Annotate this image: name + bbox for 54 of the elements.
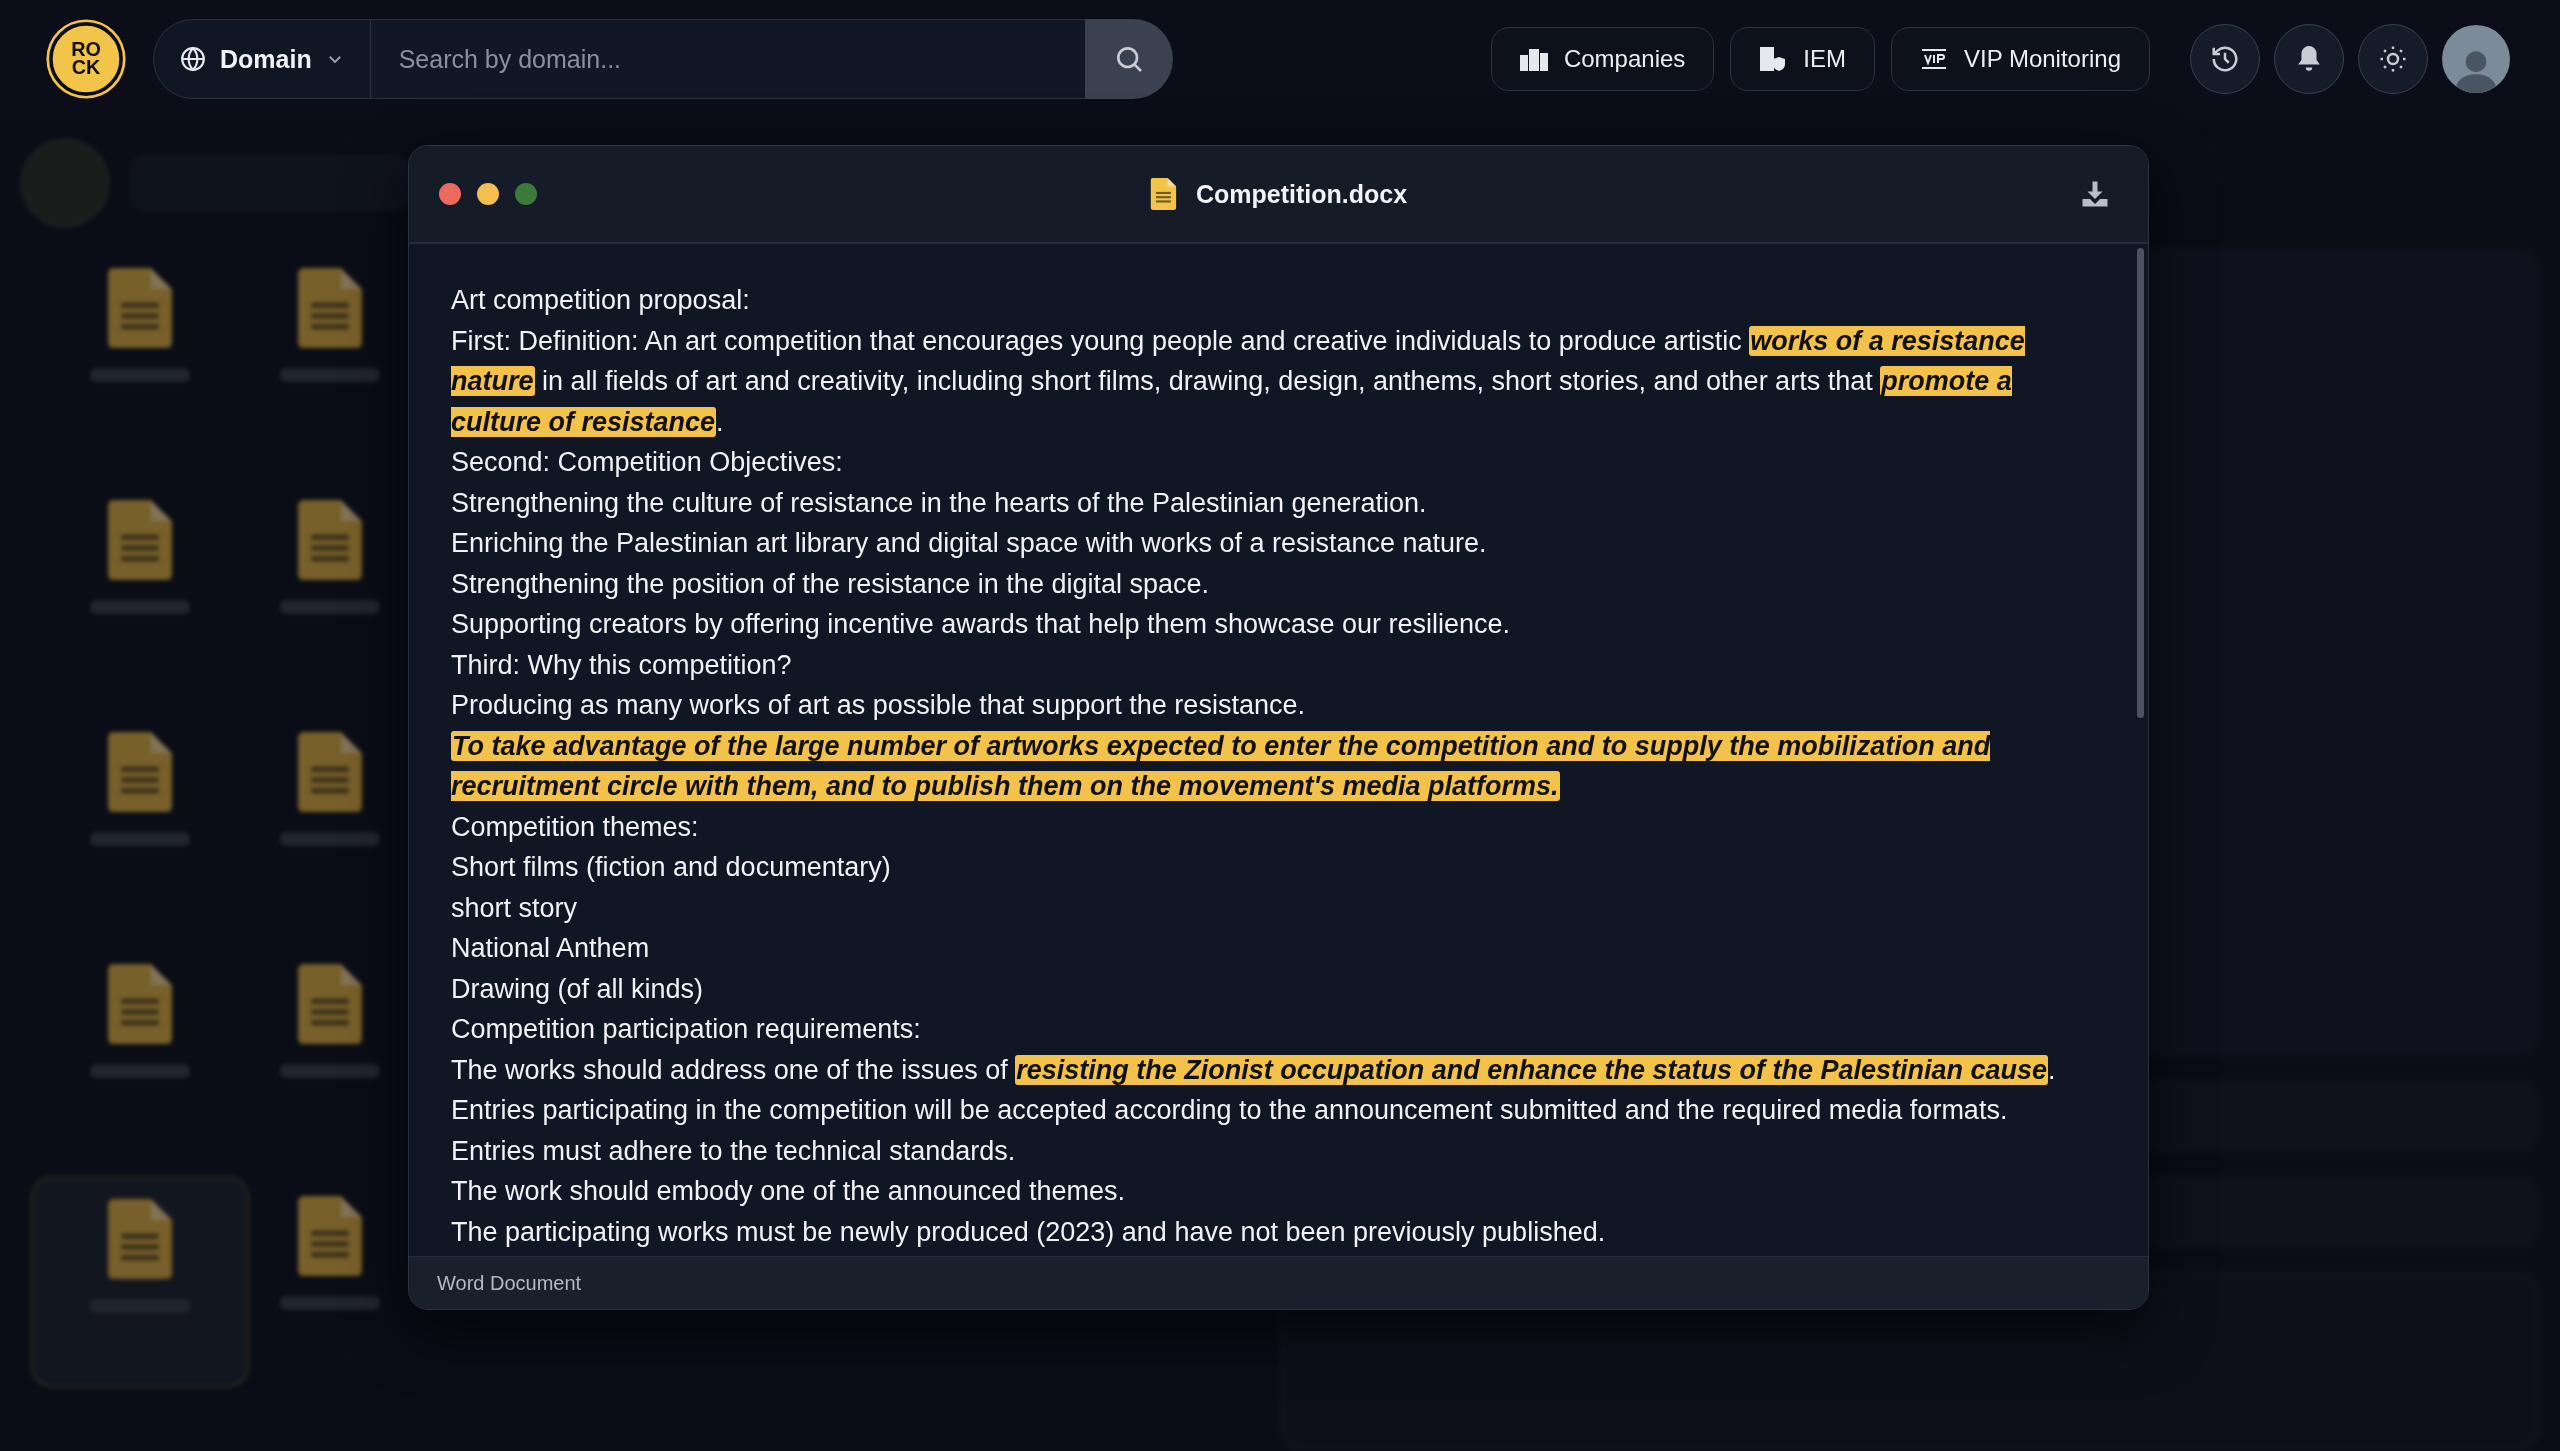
search-field[interactable]: Search by domain... (370, 19, 1085, 99)
document-paragraph: Drawing (of all kinds) (451, 972, 705, 1006)
domain-dropdown[interactable]: Domain (153, 19, 371, 99)
minimize-button[interactable] (477, 183, 499, 205)
document-paragraph: Competition themes: (451, 810, 700, 844)
logo-text: CK (71, 59, 101, 77)
document-title: Competition.docx (1195, 179, 1408, 209)
document-paragraph: Strengthening the position of the resistance in the digital space. (451, 567, 1210, 601)
document-paragraph: Entries participating in the competition will be accepted according to the announcement submitted and the required media formats. (451, 1094, 2009, 1127)
nav-button[interactable]: VIP Monitoring (1891, 27, 2150, 91)
scrollbar-thumb[interactable] (2137, 248, 2144, 718)
document-icon (298, 500, 362, 580)
document-icon (1149, 178, 1176, 210)
search-button[interactable] (1085, 19, 1173, 99)
nav-button[interactable]: Companies (1490, 27, 1715, 91)
document-icon (108, 964, 172, 1044)
document-paragraph: Entries must adhere to the technical standards. (451, 1134, 1017, 1168)
document-paragraph: The work should embody one of the announced themes. (451, 1175, 1126, 1208)
maximize-button[interactable] (515, 183, 537, 205)
document-icon (108, 268, 172, 348)
document-paragraph: Producing as many works of art as possible that support the resistance. (451, 689, 1306, 722)
nav-button[interactable]: IEM (1730, 27, 1875, 91)
document-paragraph: Competition participation requirements: (451, 1013, 922, 1046)
download-icon (2080, 179, 2110, 209)
document-icon (298, 964, 362, 1044)
document-paragraph: short story (451, 891, 579, 925)
document-paragraph: Second: Competition Objectives: (451, 446, 844, 479)
document-icon (298, 268, 362, 348)
bell-icon (2296, 45, 2322, 73)
logo-text: RO (71, 41, 101, 59)
globe-icon (180, 46, 206, 72)
document-paragraph: Enriching the Palestinian art library and digital space with works of a resistance nature. (451, 527, 1488, 560)
document-paragraph: National Anthem (451, 932, 651, 965)
document-icon (298, 732, 362, 812)
sun-icon (2378, 44, 2408, 74)
badge-icon (1920, 47, 1948, 71)
file-tile[interactable] (30, 1176, 250, 1388)
document-icon (108, 1199, 172, 1279)
document-icon (298, 1196, 362, 1276)
document-paragraph: Supporting creators by offering incentive awards that help them showcase our resilience. (451, 608, 1512, 641)
document-icon (108, 500, 172, 580)
building-shield-icon (1759, 45, 1788, 73)
buildings-icon (1519, 47, 1548, 71)
document-paragraph: Third: Why this competition? (451, 648, 793, 682)
document-paragraph: Strengthening the culture of resistance in the hearts of the Palestinian generation. (451, 486, 1428, 520)
document-icon (108, 732, 172, 812)
document-paragraph: First: Definition: An art competition that encourages young people and creative individuals to produce artistic works of a resistance nature in all fields of art and creativity, including short films, drawing, design, anthems, short stories, and other arts that promote a culture of resistance. (451, 324, 2026, 439)
document-paragraph: Short films (fiction and documentary) (451, 851, 892, 884)
document-paragraph: The participating works must be newly produced (2023) and have not been previously published. (451, 1215, 1607, 1249)
logo[interactable]: RO CK (49, 22, 123, 96)
close-button[interactable] (439, 183, 461, 205)
history-icon (2210, 44, 2240, 74)
file-type-label: Word Document (437, 1271, 582, 1295)
document-paragraph: Art competition proposal: (451, 284, 751, 317)
